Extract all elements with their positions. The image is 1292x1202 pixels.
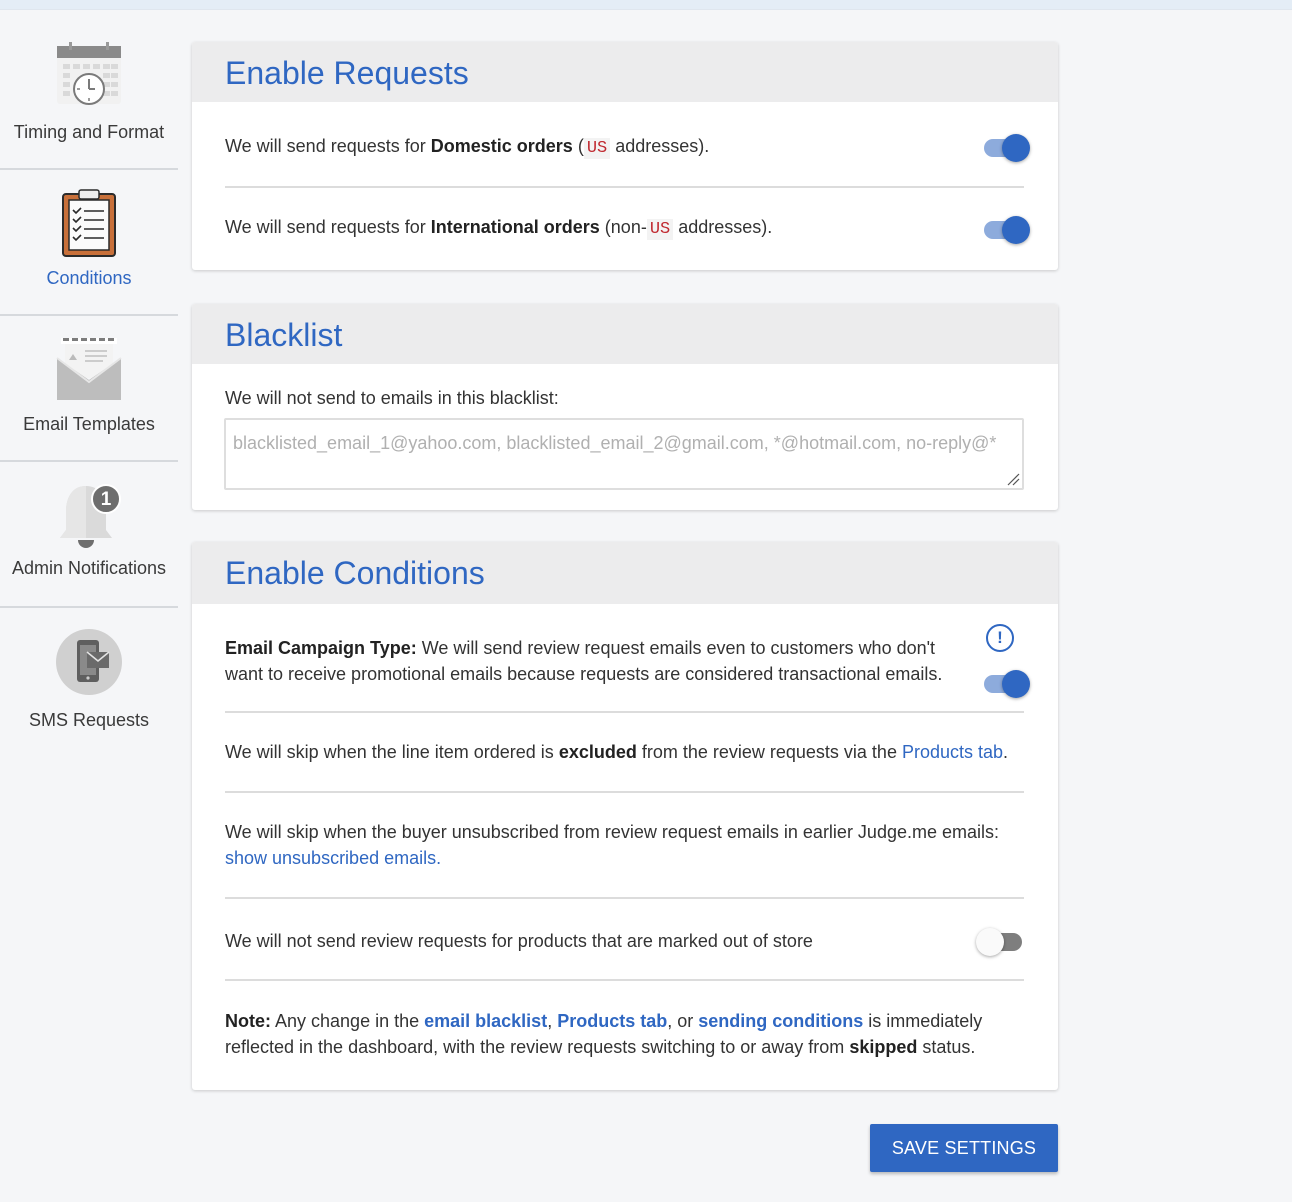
sidebar-item-timing-and-format[interactable]: Timing and Format: [0, 24, 178, 170]
sidebar-item-label: SMS Requests: [28, 710, 150, 730]
show-unsubscribed-emails-link[interactable]: show unsubscribed emails.: [225, 848, 441, 868]
enable-conditions-card: Enable Conditions Email Campaign Type: W…: [192, 542, 1058, 1090]
open-envelope-icon: [56, 338, 122, 400]
products-tab-link[interactable]: Products tab: [902, 742, 1003, 762]
resize-handle-icon[interactable]: [1006, 472, 1020, 486]
save-settings-button[interactable]: SAVE SETTINGS: [870, 1124, 1058, 1172]
out-of-store-row: We will not send review requests for pro…: [225, 899, 1024, 981]
excluded-items-row: We will skip when the line item ordered …: [225, 713, 1024, 793]
unsubscribed-row: We will skip when the buyer unsubscribed…: [225, 793, 1024, 899]
domestic-orders-toggle[interactable]: [982, 132, 1032, 162]
sidebar-nav: Timing and Format Conditions Email Templ…: [0, 24, 178, 754]
card-header: Blacklist: [192, 304, 1058, 364]
sidebar-item-label: Admin Notifications: [11, 558, 167, 578]
sidebar-item-admin-notifications[interactable]: 1 Admin Notifications: [0, 462, 178, 608]
blacklist-textarea[interactable]: blacklisted_email_1@yahoo.com, blacklist…: [224, 418, 1024, 490]
email-blacklist-link[interactable]: email blacklist: [424, 1011, 547, 1031]
card-title: Enable Requests: [225, 55, 469, 91]
out-of-store-toggle[interactable]: [976, 926, 1026, 956]
international-orders-row: We will send requests for International …: [225, 188, 1030, 268]
phone-mail-icon: [56, 629, 122, 695]
us-code: US: [583, 138, 611, 159]
info-icon[interactable]: !: [986, 624, 1014, 652]
domestic-orders-row: We will send requests for Domestic order…: [225, 102, 1030, 188]
card-header: Enable Requests: [192, 42, 1058, 102]
clipboard-checklist-icon: [62, 189, 116, 257]
sidebar-item-email-templates[interactable]: Email Templates: [0, 316, 178, 462]
bell-icon: 1: [60, 484, 121, 548]
note-row: Note: Any change in the email blacklist,…: [225, 1011, 983, 1057]
sidebar-item-sms-requests[interactable]: SMS Requests: [0, 608, 178, 754]
calendar-clock-icon: [57, 42, 121, 105]
email-campaign-type-row: Email Campaign Type: We will send review…: [225, 604, 1030, 713]
email-campaign-type-toggle[interactable]: [982, 668, 1032, 698]
enable-requests-card: Enable Requests We will send requests fo…: [192, 42, 1058, 270]
sidebar-item-conditions[interactable]: Conditions: [0, 170, 178, 316]
sending-conditions-link[interactable]: sending conditions: [698, 1011, 863, 1031]
card-header: Enable Conditions: [192, 542, 1058, 604]
international-orders-toggle[interactable]: [982, 214, 1032, 244]
us-code: US: [646, 219, 674, 240]
blacklist-placeholder: blacklisted_email_1@yahoo.com, blacklist…: [233, 433, 997, 453]
notification-badge: 1: [101, 489, 112, 510]
blacklist-description: We will not send to emails in this black…: [225, 388, 559, 408]
card-title: Blacklist: [225, 317, 343, 353]
sidebar-item-label: Email Templates: [23, 414, 155, 434]
sidebar-item-label: Conditions: [46, 268, 132, 288]
sidebar-item-label: Timing and Format: [13, 122, 165, 142]
products-tab-link[interactable]: Products tab: [557, 1011, 667, 1031]
top-bar: [0, 0, 1292, 10]
card-title: Enable Conditions: [225, 555, 485, 591]
